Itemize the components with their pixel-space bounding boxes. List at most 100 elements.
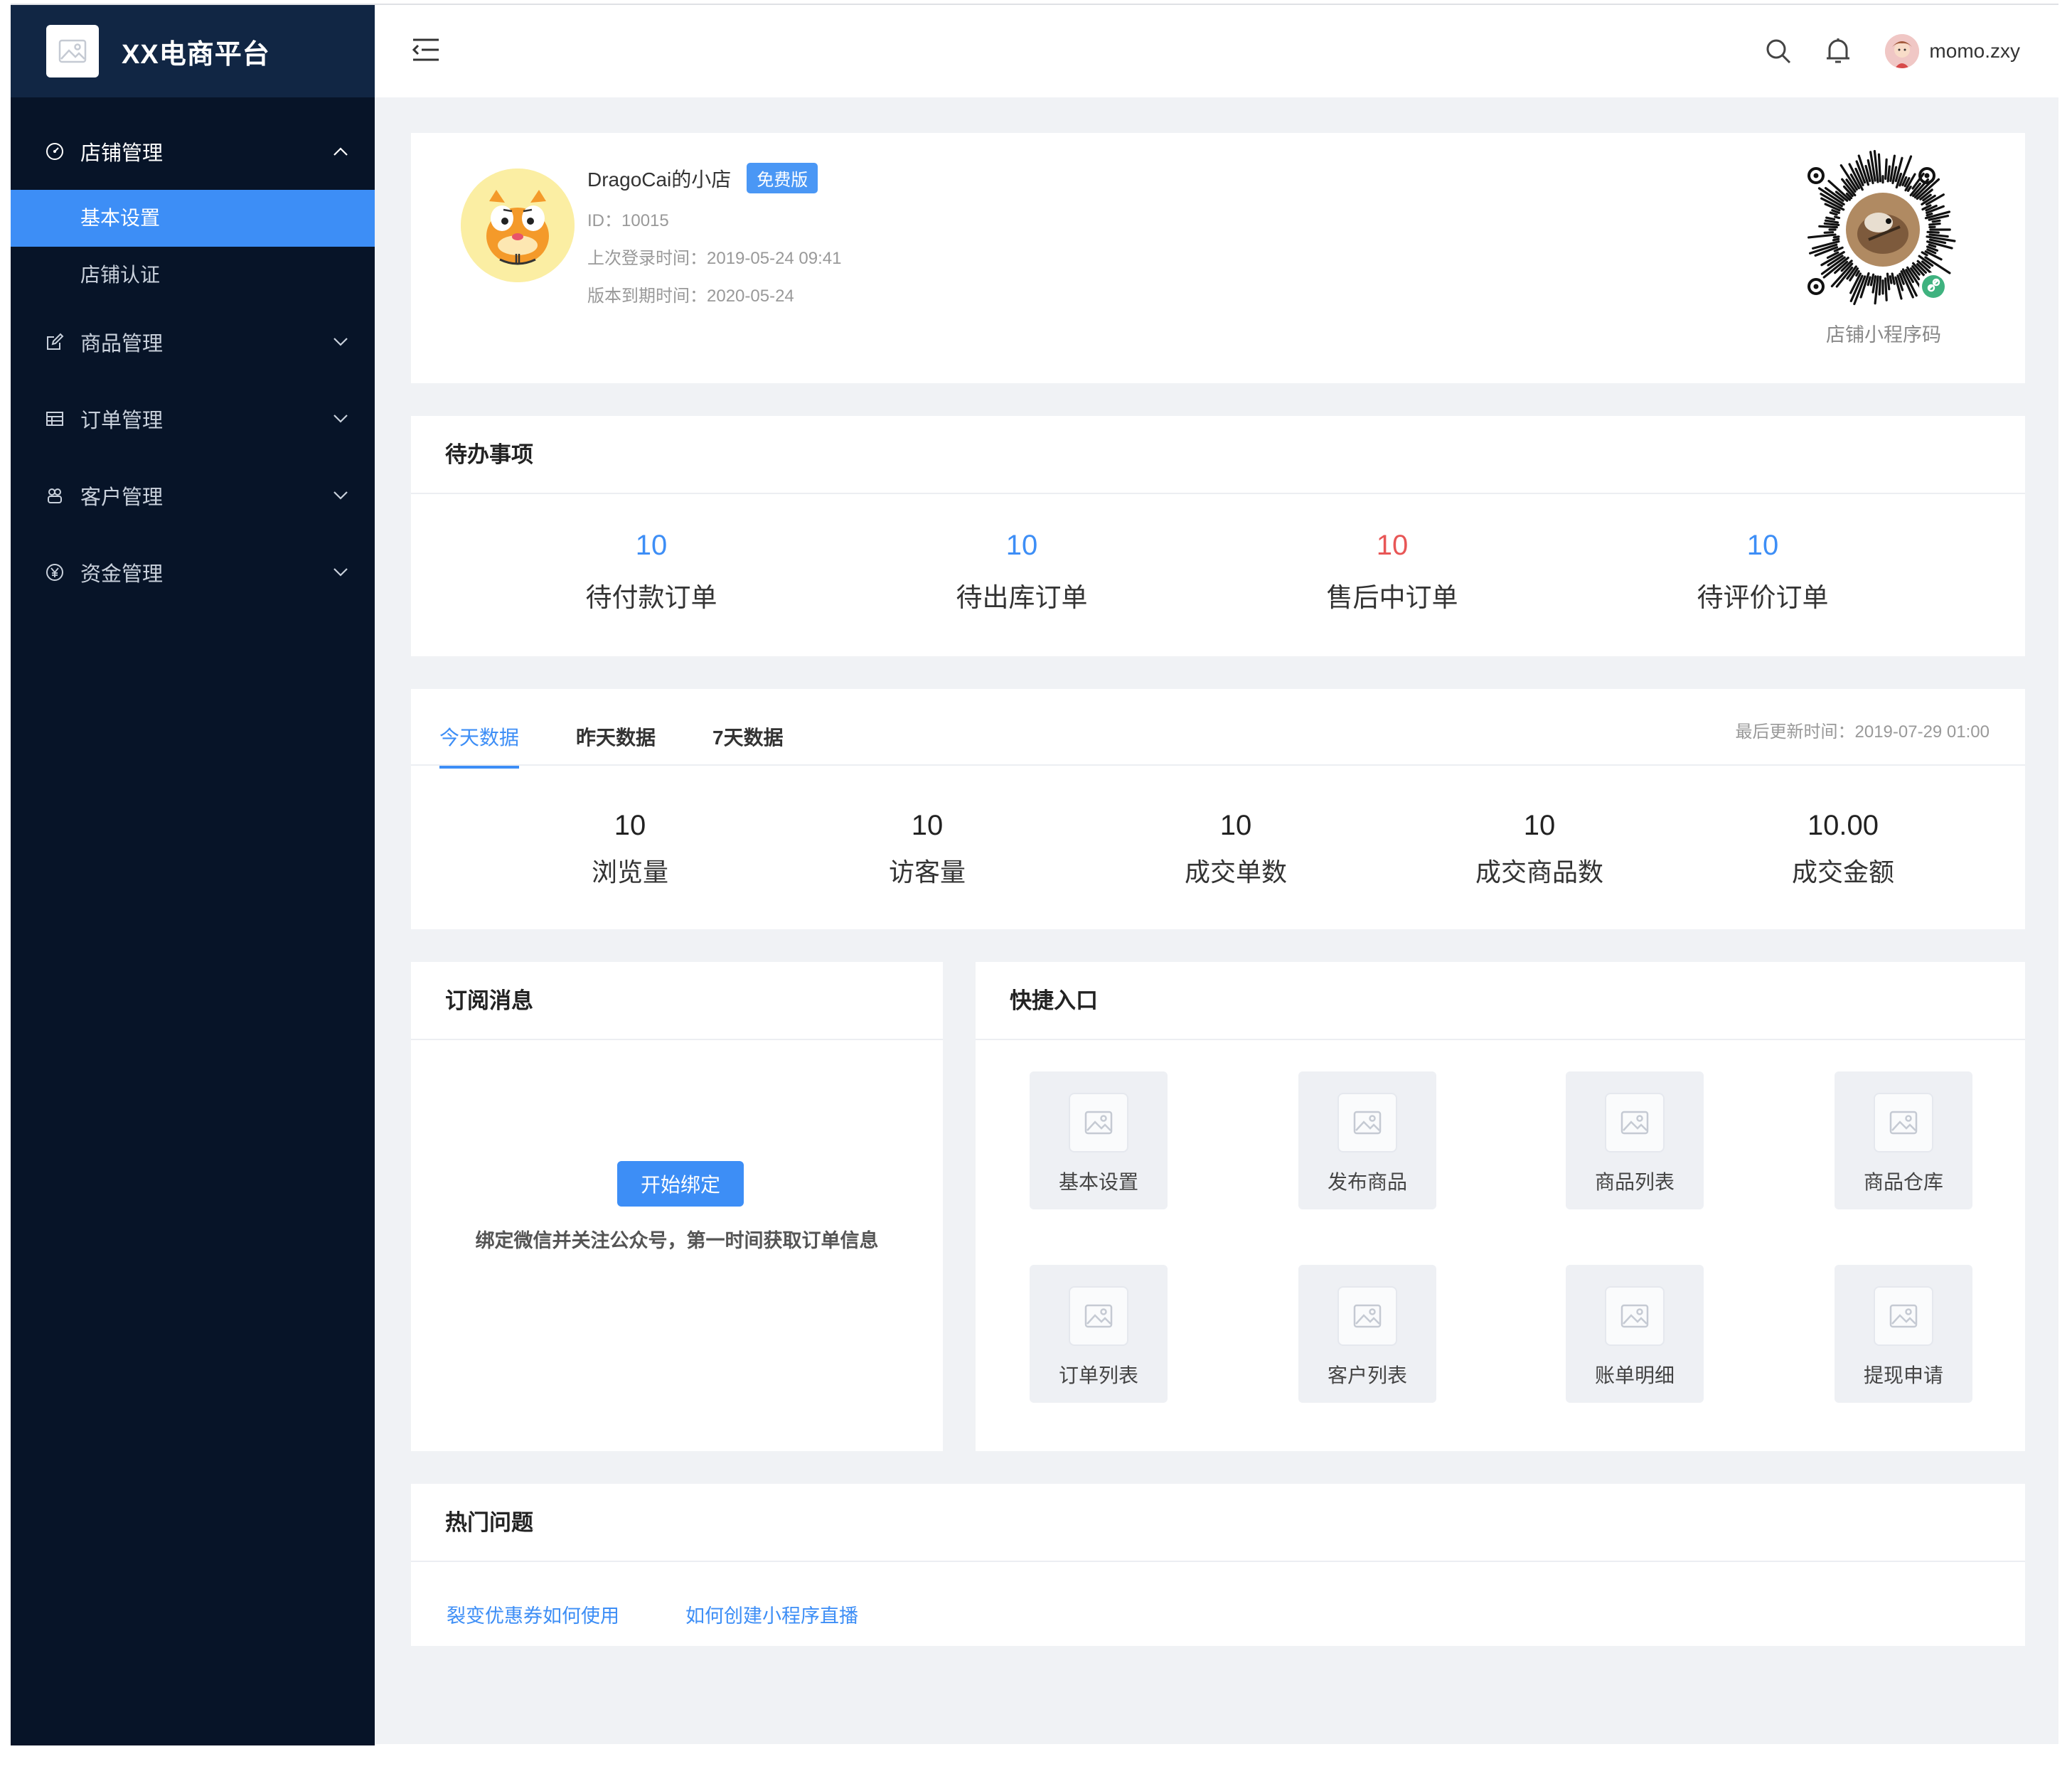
image-placeholder-icon (1605, 1093, 1665, 1153)
todo-item-pending-review[interactable]: 10 待评价订单 (1656, 530, 1869, 614)
stat-revenue: 10.00 成交金额 (1736, 810, 1950, 889)
quick-entry-label: 客户列表 (1327, 1364, 1407, 1386)
table-icon (45, 409, 65, 429)
chevron-down-icon (331, 332, 351, 352)
quick-entry-label: 商品仓库 (1863, 1171, 1943, 1193)
todo-item-pending-shipment[interactable]: 10 待出库订单 (915, 530, 1128, 614)
image-placeholder-icon (1874, 1286, 1933, 1346)
hot-link-coupon[interactable]: 裂变优惠券如何使用 (447, 1600, 619, 1628)
stat-value: 10 (911, 810, 944, 841)
divider (411, 764, 2025, 766)
todo-count: 10 (635, 530, 668, 561)
todo-item-after-sale[interactable]: 10 售后中订单 (1286, 530, 1499, 614)
menu-group-label: 商品管理 (80, 333, 164, 355)
quick-entry-label: 商品列表 (1594, 1171, 1675, 1193)
sidebar: XX电商平台 店铺管理 基本设置 店铺认证 商品管理 订单管理 客户管理 资金管… (11, 5, 375, 1745)
tab-today[interactable]: 今天数据 (439, 719, 520, 769)
chevron-down-icon (331, 486, 351, 506)
todo-count: 10 (1376, 530, 1409, 561)
shop-info: DragoCai的小店 免费版 ID：10015 上次登录时间：2019-05-… (587, 163, 842, 306)
quick-entry-label: 提现申请 (1863, 1364, 1943, 1386)
bell-icon[interactable] (1824, 37, 1852, 65)
topbar-actions: momo.zxy (1733, 31, 2020, 72)
edit-icon (45, 332, 65, 352)
yuan-icon (45, 562, 65, 582)
quick-customer-list[interactable]: 客户列表 (1298, 1265, 1436, 1403)
last-login-time: 上次登录时间：2019-05-24 09:41 (587, 249, 842, 268)
topbar: momo.zxy (375, 5, 2058, 97)
side-menu: 店铺管理 基本设置 店铺认证 商品管理 订单管理 客户管理 资金管理 (11, 97, 375, 611)
username[interactable]: momo.zxy (1929, 40, 2020, 63)
shop-id: ID：10015 (587, 211, 669, 230)
user-avatar[interactable] (1885, 34, 1920, 68)
todo-label: 待评价订单 (1697, 583, 1829, 612)
subscribe-title: 订阅消息 (411, 962, 943, 1040)
sidebar-item-basic-settings[interactable]: 基本设置 (11, 190, 375, 247)
image-placeholder-icon (1069, 1286, 1128, 1346)
version-expire-date: 版本到期时间：2020-05-24 (587, 287, 794, 306)
todo-card: 待办事项 10 待付款订单 10 待出库订单 10 售后中订单 10 待评价订单 (411, 416, 2025, 656)
stat-value: 10 (1523, 810, 1556, 841)
tab-yesterday[interactable]: 昨天数据 (576, 719, 656, 767)
stat-goods-sold: 10 成交商品数 (1433, 810, 1646, 889)
logo-image-icon[interactable] (46, 25, 99, 77)
menu-group-shop[interactable]: 店铺管理 (11, 113, 375, 190)
hot-questions-title: 热门问题 (411, 1484, 2025, 1562)
todo-count: 10 (1005, 530, 1038, 561)
menu-fold-icon[interactable] (412, 38, 440, 62)
image-placeholder-icon (1605, 1286, 1665, 1346)
menu-group-label: 店铺管理 (80, 142, 164, 165)
quick-withdraw[interactable]: 提现申请 (1835, 1265, 1972, 1403)
stats-card: 今天数据 昨天数据 7天数据 最后更新时间：2019-07-29 01:00 1… (411, 689, 2025, 929)
shop-card: DragoCai的小店 免费版 ID：10015 上次登录时间：2019-05-… (411, 133, 2025, 383)
menu-group-customers[interactable]: 客户管理 (11, 457, 375, 534)
image-placeholder-icon (1069, 1093, 1128, 1153)
quick-entry-label: 发布商品 (1327, 1171, 1407, 1193)
app-frame: XX电商平台 店铺管理 基本设置 店铺认证 商品管理 订单管理 客户管理 资金管… (11, 4, 2058, 1745)
menu-group-label: 资金管理 (80, 563, 164, 586)
image-placeholder-icon (1337, 1286, 1397, 1346)
quick-bill-detail[interactable]: 账单明细 (1566, 1265, 1704, 1403)
hot-questions-card: 热门问题 裂变优惠券如何使用 如何创建小程序直播 (411, 1484, 2025, 1646)
quick-goods-list[interactable]: 商品列表 (1566, 1071, 1704, 1209)
todo-label: 售后中订单 (1326, 583, 1458, 612)
quick-basic-settings[interactable]: 基本设置 (1030, 1071, 1168, 1209)
chevron-up-icon (331, 141, 351, 161)
last-updated-time: 最后更新时间：2019-07-29 01:00 (1735, 722, 1990, 742)
shop-name: DragoCai的小店 (587, 168, 732, 191)
todo-item-pending-payment[interactable]: 10 待付款订单 (545, 530, 758, 614)
stat-page-views: 10 浏览量 (523, 810, 737, 889)
menu-group-goods[interactable]: 商品管理 (11, 304, 375, 380)
hot-link-live[interactable]: 如何创建小程序直播 (685, 1600, 858, 1628)
quick-goods-warehouse[interactable]: 商品仓库 (1835, 1071, 1972, 1209)
image-placeholder-icon (1337, 1093, 1397, 1153)
stat-label: 成交单数 (1184, 857, 1287, 887)
brand-title: XX电商平台 (122, 39, 270, 70)
stat-value: 10.00 (1807, 810, 1879, 841)
quick-entry-card: 快捷入口 基本设置 发布商品 商品列表 商品仓库 订单列表 客户列表 账单明细 提现申请 (976, 962, 2025, 1451)
stat-label: 成交金额 (1791, 857, 1894, 887)
chevron-down-icon (331, 562, 351, 582)
sidebar-item-shop-verify[interactable]: 店铺认证 (11, 247, 375, 304)
quick-entry-label: 基本设置 (1058, 1171, 1138, 1193)
shop-avatar (461, 169, 575, 282)
stat-label: 成交商品数 (1475, 857, 1603, 887)
chevron-down-icon (331, 409, 351, 429)
quick-order-list[interactable]: 订单列表 (1030, 1265, 1168, 1403)
menu-group-finance[interactable]: 资金管理 (11, 534, 375, 611)
bind-description: 绑定微信并关注公众号，第一时间获取订单信息 (475, 1230, 879, 1251)
search-icon[interactable] (1764, 37, 1793, 65)
stat-label: 访客量 (888, 857, 966, 887)
todo-count: 10 (1746, 530, 1779, 561)
stat-value: 10 (1219, 810, 1252, 841)
start-bind-button[interactable]: 开始绑定 (617, 1161, 744, 1207)
tab-7days[interactable]: 7天数据 (712, 719, 784, 767)
todo-label: 待出库订单 (956, 583, 1088, 612)
image-placeholder-icon (1874, 1093, 1933, 1153)
menu-group-orders[interactable]: 订单管理 (11, 380, 375, 457)
mini-program-qrcode[interactable] (1800, 147, 1965, 312)
plan-badge: 免费版 (747, 163, 818, 193)
quick-publish-goods[interactable]: 发布商品 (1298, 1071, 1436, 1209)
subscribe-card: 订阅消息 开始绑定 绑定微信并关注公众号，第一时间获取订单信息 (411, 962, 943, 1451)
todo-label: 待付款订单 (585, 583, 717, 612)
